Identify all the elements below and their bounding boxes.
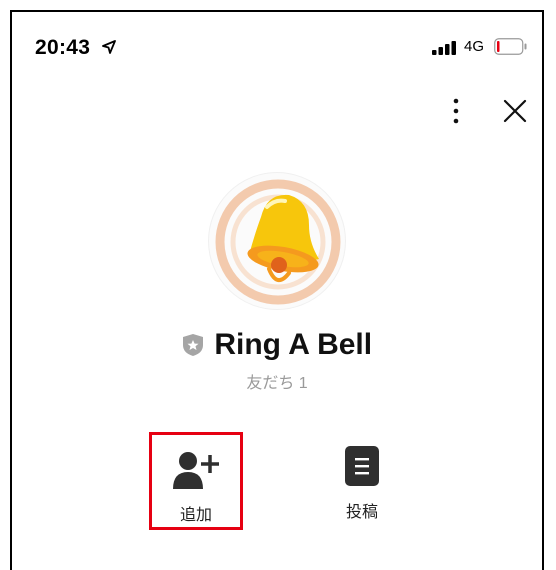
close-icon: [503, 99, 527, 123]
bell-logo-icon: [215, 179, 341, 305]
add-friend-label: 追加: [179, 507, 212, 524]
add-friend-button[interactable]: 追加: [149, 432, 243, 530]
more-vertical-icon: [453, 98, 459, 124]
location-arrow-icon: [102, 40, 116, 54]
close-button[interactable]: [502, 98, 528, 124]
screen-frame: 20:43 4G Ring A Bell 友だち 1 追加 投稿: [10, 10, 544, 570]
profile-name: Ring A Bell: [214, 328, 373, 361]
profile-title: Ring A Bell: [12, 328, 542, 362]
add-friend-icon: [173, 452, 219, 489]
more-options-button[interactable]: [446, 98, 466, 124]
status-time: 20:43: [35, 36, 91, 59]
shield-star-icon: [182, 334, 203, 356]
post-button[interactable]: 投稿: [315, 432, 409, 530]
status-bar: 20:43 4G: [12, 12, 542, 62]
profile-avatar[interactable]: [208, 172, 346, 310]
battery-icon: [494, 38, 527, 55]
post-icon: [345, 446, 379, 486]
signal-icon: [432, 41, 456, 55]
friends-count[interactable]: 友だち 1: [12, 369, 542, 393]
network-label: 4G: [464, 38, 485, 55]
post-label: 投稿: [345, 504, 378, 521]
